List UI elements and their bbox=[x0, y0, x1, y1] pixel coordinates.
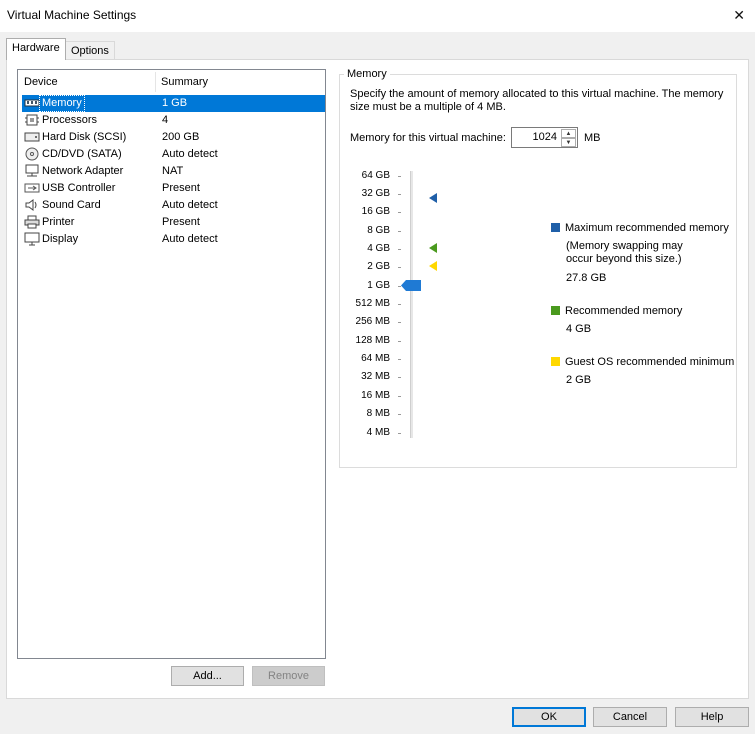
scale-tick bbox=[398, 194, 401, 195]
scale-label: 64 GB bbox=[361, 170, 390, 181]
green-swatch-icon bbox=[551, 306, 560, 315]
scale-tick bbox=[398, 359, 401, 360]
device-name: Processors bbox=[42, 114, 98, 126]
help-button[interactable]: Help bbox=[675, 707, 749, 727]
device-name: CD/DVD (SATA) bbox=[42, 148, 122, 160]
scale-label: 2 GB bbox=[367, 261, 390, 272]
yellow-swatch-icon bbox=[551, 357, 560, 366]
legend-note-line: (Memory swapping may bbox=[566, 240, 683, 252]
tab-hardware[interactable]: Hardware bbox=[6, 38, 66, 60]
scale-tick bbox=[398, 341, 401, 342]
scale-tick bbox=[398, 396, 401, 397]
spin-up-icon[interactable]: ▲ bbox=[561, 129, 576, 138]
memory-description: Specify the amount of memory allocated t… bbox=[350, 88, 724, 113]
tab-options[interactable]: Options bbox=[65, 41, 115, 61]
scale-label: 512 MB bbox=[355, 298, 390, 309]
device-name: Hard Disk (SCSI) bbox=[42, 131, 127, 143]
scale-label: 256 MB bbox=[355, 316, 390, 327]
column-header-device[interactable]: Device bbox=[24, 76, 58, 88]
scale-tick bbox=[398, 322, 401, 323]
device-name: Memory bbox=[39, 95, 85, 112]
scale-tick bbox=[398, 304, 401, 305]
processor-icon bbox=[25, 114, 39, 126]
ok-button[interactable]: OK bbox=[512, 707, 586, 727]
max-recommended-marker-icon bbox=[429, 193, 437, 203]
legend-label: Recommended memory bbox=[565, 305, 683, 317]
legend-note-line: occur beyond this size.) bbox=[566, 253, 682, 265]
scale-label: 4 GB bbox=[367, 243, 390, 254]
memory-slider-track[interactable] bbox=[410, 171, 413, 438]
scale-tick bbox=[398, 249, 401, 250]
device-row-hard-disk[interactable]: Hard Disk (SCSI) 200 GB bbox=[22, 129, 325, 146]
guest-minimum-marker-icon bbox=[429, 261, 437, 271]
scale-tick bbox=[398, 231, 401, 232]
memory-group-title: Memory bbox=[344, 68, 390, 80]
hard-disk-icon bbox=[24, 132, 40, 142]
device-summary: 1 GB bbox=[162, 97, 188, 109]
scale-label: 32 MB bbox=[361, 371, 390, 382]
scale-tick bbox=[398, 433, 401, 434]
scale-label: 128 MB bbox=[355, 335, 390, 346]
scale-tick bbox=[398, 212, 401, 213]
cd-dvd-icon bbox=[25, 147, 39, 161]
legend-label: Maximum recommended memory bbox=[565, 222, 729, 234]
memory-spinbox[interactable]: 1024 ▲ ▼ bbox=[511, 127, 578, 148]
device-summary: 200 GB bbox=[162, 131, 200, 143]
title-bar: Virtual Machine Settings ✕ bbox=[0, 0, 755, 32]
spin-down-icon[interactable]: ▼ bbox=[561, 138, 576, 147]
device-row-cd-dvd[interactable]: CD/DVD (SATA) Auto detect bbox=[22, 146, 325, 163]
scale-tick bbox=[398, 414, 401, 415]
scale-tick bbox=[398, 377, 401, 378]
scale-tick bbox=[398, 267, 401, 268]
column-header-summary[interactable]: Summary bbox=[161, 76, 208, 88]
window-title: Virtual Machine Settings bbox=[7, 8, 137, 22]
scale-label: 32 GB bbox=[361, 188, 390, 199]
legend-value: 27.8 GB bbox=[566, 272, 607, 284]
legend-value: 4 GB bbox=[566, 323, 592, 335]
legend-value: 2 GB bbox=[566, 374, 592, 386]
memory-field-label: Memory for this virtual machine: bbox=[350, 132, 506, 144]
scale-label: 64 MB bbox=[361, 353, 390, 364]
column-divider[interactable] bbox=[155, 72, 156, 92]
device-summary: 4 bbox=[162, 114, 169, 126]
scale-label: 8 GB bbox=[367, 225, 390, 236]
memory-unit: MB bbox=[584, 132, 601, 144]
scale-label: 16 GB bbox=[361, 206, 390, 217]
memory-input[interactable]: 1024 bbox=[533, 131, 557, 143]
recommended-marker-icon bbox=[429, 243, 437, 253]
add-device-button[interactable]: Add... bbox=[171, 666, 244, 686]
blue-swatch-icon bbox=[551, 223, 560, 232]
memory-icon bbox=[24, 99, 40, 107]
device-list[interactable]: Device Summary Memory 1 GB Processors 4 … bbox=[17, 69, 326, 659]
scale-tick bbox=[398, 176, 401, 177]
scale-label: 8 MB bbox=[366, 408, 390, 419]
cancel-button[interactable]: Cancel bbox=[593, 707, 667, 727]
memory-slider-thumb[interactable] bbox=[401, 280, 421, 291]
scale-label: 4 MB bbox=[366, 427, 390, 438]
device-summary: Auto detect bbox=[162, 148, 218, 160]
device-row-processors[interactable]: Processors 4 bbox=[22, 112, 325, 129]
scale-label: 16 MB bbox=[361, 390, 390, 401]
scale-label: 1 GB bbox=[367, 280, 390, 291]
remove-device-button: Remove bbox=[252, 666, 325, 686]
legend-label: Guest OS recommended minimum bbox=[565, 356, 735, 368]
close-icon[interactable]: ✕ bbox=[733, 7, 745, 24]
device-row-memory[interactable]: Memory 1 GB bbox=[22, 95, 325, 112]
